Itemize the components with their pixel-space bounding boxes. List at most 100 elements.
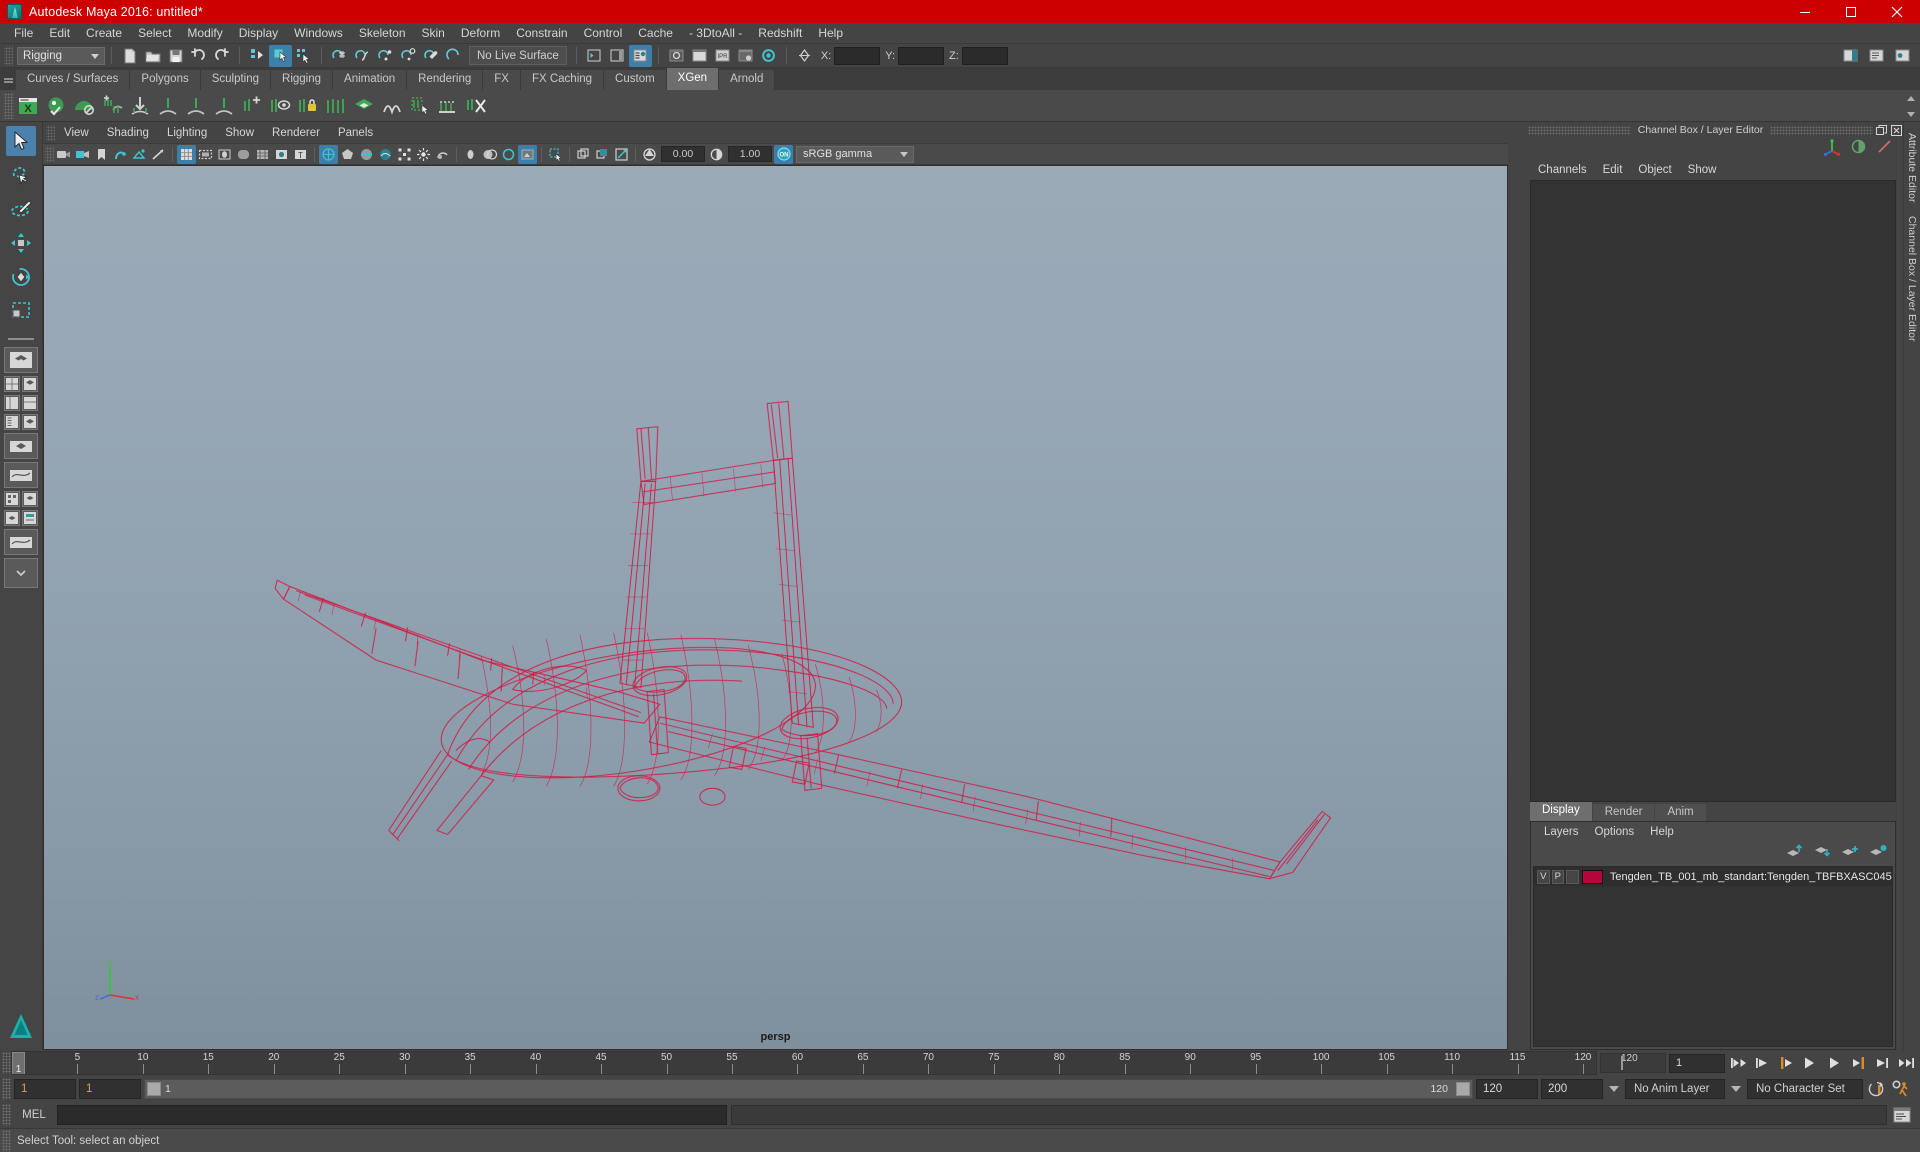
chevron-down-icon[interactable]	[897, 149, 911, 161]
anim-start-time-field[interactable]: 1	[14, 1079, 76, 1099]
shelf-tab-animation[interactable]: Animation	[333, 70, 408, 90]
render-current-frame-icon[interactable]	[665, 45, 688, 67]
open-scene-icon[interactable]	[141, 45, 164, 67]
xray-icon[interactable]	[574, 145, 593, 164]
range-start-time-field[interactable]: 1	[79, 1079, 141, 1099]
menu-skeleton[interactable]: Skeleton	[351, 24, 414, 43]
resolution-gate-icon[interactable]	[215, 145, 234, 164]
shelf-scroll-buttons[interactable]	[1904, 90, 1918, 122]
animation-preferences-icon[interactable]	[1866, 1079, 1887, 1100]
maximize-button[interactable]	[1828, 0, 1874, 23]
side-tab-channel-box[interactable]: Channel Box / Layer Editor	[1905, 209, 1919, 349]
xgen-sphere-icon[interactable]	[70, 92, 98, 120]
xgen-density-icon[interactable]	[154, 92, 182, 120]
step-forward-key-icon[interactable]	[1848, 1053, 1869, 1074]
persp-outliner-graph-layout[interactable]	[4, 491, 20, 507]
shelf-drag-handle[interactable]	[0, 68, 16, 90]
smooth-shade-icon[interactable]	[338, 145, 357, 164]
grid-icon[interactable]	[177, 144, 196, 164]
shelf-tab-sculpting[interactable]: Sculpting	[200, 70, 272, 90]
menu-control[interactable]: Control	[576, 24, 631, 43]
show-hide-editor-right-icon[interactable]	[606, 45, 629, 67]
step-back-key-icon[interactable]	[1776, 1053, 1797, 1074]
viewport-menu-renderer[interactable]: Renderer	[263, 125, 329, 141]
command-line-drag-handle[interactable]	[2, 1104, 11, 1126]
depth-of-field-icon[interactable]	[499, 145, 518, 164]
show-hide-tool-settings-icon[interactable]	[1891, 45, 1914, 67]
time-slider[interactable]: 1 5 10 15 20 25 30 35 40 45 50 55 60 65 70 75 80 85 90 95 1…	[11, 1051, 1597, 1075]
xgen-patch-icon[interactable]	[350, 92, 378, 120]
two-pane-side-layout[interactable]	[4, 395, 20, 411]
xgen-preview-icon[interactable]	[42, 92, 70, 120]
menu-redshift[interactable]: Redshift	[750, 24, 810, 43]
coord-z-field[interactable]	[961, 46, 1008, 65]
menu-cache[interactable]: Cache	[630, 24, 681, 43]
snap-to-view-plane-icon[interactable]	[420, 45, 443, 67]
paint-select-tool[interactable]	[6, 194, 36, 224]
range-slider[interactable]: 1 120	[144, 1079, 1473, 1099]
layer-list[interactable]: V P Tengden_TB_001_mb_standart:Tengden_T…	[1533, 866, 1893, 1047]
minimize-button[interactable]	[1782, 0, 1828, 23]
menu-3dtoall[interactable]: - 3DtoAll -	[681, 24, 750, 43]
time-slider-drag-handle[interactable]	[2, 1052, 11, 1074]
xgen-add-density-icon[interactable]	[238, 92, 266, 120]
layer-tab-render[interactable]: Render	[1592, 804, 1655, 821]
shadows-icon[interactable]	[414, 145, 433, 164]
layer-name[interactable]: Tengden_TB_001_mb_standart:Tengden_TBFBX…	[1610, 871, 1892, 883]
viewport-menu-shading[interactable]: Shading	[98, 125, 158, 141]
menu-deform[interactable]: Deform	[453, 24, 508, 43]
xgen-lock-icon[interactable]	[294, 92, 322, 120]
persp-uv-layout[interactable]	[22, 491, 38, 507]
exposure-value-field[interactable]: 0.00	[661, 146, 705, 162]
select-camera-icon[interactable]	[54, 145, 73, 164]
motion-blur-icon[interactable]	[461, 145, 480, 164]
show-hide-attribute-editor-right-icon[interactable]	[1865, 45, 1888, 67]
key-range-box[interactable]: 120	[1600, 1053, 1666, 1073]
channel-menu-edit[interactable]: Edit	[1595, 162, 1631, 178]
gamma-value-field[interactable]: 1.00	[728, 146, 772, 162]
layer-menu-layers[interactable]: Layers	[1536, 824, 1587, 840]
viewport-toolbar-drag-handle[interactable]	[45, 146, 54, 162]
dock-drag-handle-right[interactable]	[1770, 125, 1873, 135]
statusbar-drag-handle[interactable]	[4, 45, 13, 66]
safe-action-icon[interactable]	[272, 145, 291, 164]
xgen-collision-icon[interactable]	[378, 92, 406, 120]
shelf-scroll-down-icon[interactable]	[1907, 111, 1915, 117]
xgen-cut-icon[interactable]	[462, 92, 490, 120]
viewport-menu-lighting[interactable]: Lighting	[158, 125, 216, 141]
xgen-visibility-icon[interactable]	[266, 92, 294, 120]
layer-color-swatch[interactable]	[1581, 869, 1603, 884]
step-back-frame-icon[interactable]	[1752, 1053, 1773, 1074]
viewport-menu-panels[interactable]: Panels	[329, 125, 382, 141]
menu-windows[interactable]: Windows	[286, 24, 351, 43]
manipulator-axis-icon[interactable]	[1823, 138, 1841, 161]
layer-menu-options[interactable]: Options	[1587, 824, 1643, 840]
hypershade-persp-layout[interactable]	[4, 433, 38, 459]
four-view-layout[interactable]	[4, 376, 20, 392]
snap-to-point-icon[interactable]	[374, 45, 397, 67]
more-layouts-button[interactable]	[4, 558, 38, 588]
layer-tab-display[interactable]: Display	[1530, 802, 1592, 821]
bookmark-icon[interactable]	[92, 145, 111, 164]
new-layer-icon[interactable]	[1841, 844, 1859, 863]
menu-skin[interactable]: Skin	[414, 24, 453, 43]
current-time-indicator[interactable]: 1	[12, 1052, 25, 1074]
outliner-persp-layout[interactable]	[4, 414, 20, 430]
show-hide-editor-left-icon[interactable]	[583, 45, 606, 67]
gamma-icon[interactable]	[707, 145, 726, 164]
color-management-toggle-icon[interactable]: ON	[774, 144, 793, 164]
shelf-tab-custom[interactable]: Custom	[604, 70, 667, 90]
xgen-groom-icon[interactable]	[182, 92, 210, 120]
menu-set-selector[interactable]: Rigging	[17, 46, 105, 65]
image-plane-icon[interactable]	[130, 145, 149, 164]
use-all-lights-icon[interactable]	[395, 145, 414, 164]
multisample-icon[interactable]	[480, 145, 499, 164]
shaded-wireframe-icon[interactable]	[357, 145, 376, 164]
dock-drag-handle-left[interactable]	[1528, 125, 1631, 135]
range-end-handle[interactable]	[1456, 1082, 1470, 1096]
safe-title-icon[interactable]: T	[291, 145, 310, 164]
wireframe-icon[interactable]	[319, 144, 338, 164]
select-by-object-icon[interactable]	[269, 44, 292, 67]
go-to-end-icon[interactable]	[1896, 1053, 1917, 1074]
channel-box-content[interactable]	[1530, 180, 1896, 802]
